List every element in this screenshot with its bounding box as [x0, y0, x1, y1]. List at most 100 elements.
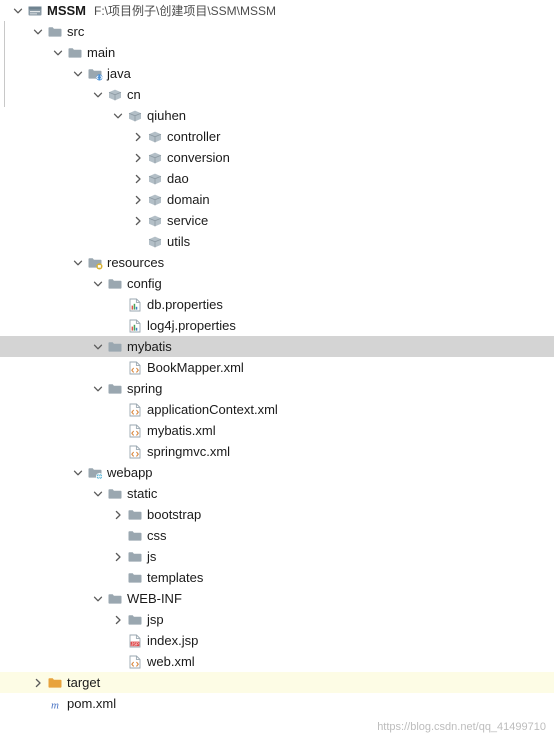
tree-row[interactable]: cn [0, 84, 554, 105]
tree-row[interactable]: mybatis [0, 336, 554, 357]
tree-row-label: log4j.properties [147, 317, 236, 333]
tree-row[interactable]: bootstrap [0, 504, 554, 525]
chevron-right-icon[interactable] [130, 129, 146, 145]
tree-row[interactable]: src [0, 21, 554, 42]
chevron-down-icon[interactable] [90, 87, 106, 103]
folder-plain [106, 486, 124, 502]
chevron-down-icon[interactable] [50, 45, 66, 61]
tree-row[interactable]: log4j.properties [0, 315, 554, 336]
tree-row[interactable]: controller [0, 126, 554, 147]
chevron-down-icon[interactable] [30, 24, 46, 40]
tree-row[interactable]: webapp [0, 462, 554, 483]
project-tree[interactable]: MSSM F:\项目例子\创建项目\SSM\MSSM src main java cn qi… [0, 0, 554, 714]
tree-row-label: mybatis [127, 338, 172, 354]
chevron-right-icon[interactable] [130, 192, 146, 208]
tree-row[interactable]: js [0, 546, 554, 567]
folder-plain [126, 528, 144, 544]
tree-row[interactable]: static [0, 483, 554, 504]
svg-text:JSP: JSP [131, 641, 139, 646]
tree-row[interactable]: templates [0, 567, 554, 588]
tree-row[interactable]: config [0, 273, 554, 294]
tree-row[interactable]: db.properties [0, 294, 554, 315]
chevron-down-icon[interactable] [110, 108, 126, 124]
chevron-down-icon[interactable] [90, 339, 106, 355]
tree-row[interactable]: conversion [0, 147, 554, 168]
module-icon [26, 3, 44, 19]
chevron-right-icon[interactable] [110, 507, 126, 523]
tree-row[interactable]: BookMapper.xml [0, 357, 554, 378]
package-icon [146, 234, 164, 250]
chevron-down-icon[interactable] [90, 486, 106, 502]
tree-row[interactable]: qiuhen [0, 105, 554, 126]
chevron-right-icon[interactable] [130, 150, 146, 166]
chevron-right-icon[interactable] [30, 675, 46, 691]
no-chevron-spacer [110, 402, 126, 418]
package-icon [106, 87, 124, 103]
tree-row[interactable]: WEB-INF [0, 588, 554, 609]
no-chevron-spacer [110, 423, 126, 439]
tree-row[interactable]: java [0, 63, 554, 84]
tree-row[interactable]: applicationContext.xml [0, 399, 554, 420]
tree-row[interactable]: m pom.xml [0, 693, 554, 714]
tree-row-label: java [107, 65, 131, 81]
chevron-down-icon[interactable] [90, 381, 106, 397]
tree-row[interactable]: MSSM F:\项目例子\创建项目\SSM\MSSM [0, 0, 554, 21]
folder-resource [86, 255, 104, 271]
tree-row[interactable]: main [0, 42, 554, 63]
folder-orange [46, 675, 64, 691]
chevron-down-icon[interactable] [70, 465, 86, 481]
package-icon [146, 150, 164, 166]
chevron-down-icon[interactable] [10, 3, 26, 19]
tree-row-label: BookMapper.xml [147, 359, 244, 375]
tree-row[interactable]: spring [0, 378, 554, 399]
xml-icon [126, 360, 144, 376]
tree-row-label: js [147, 548, 157, 564]
tree-row[interactable]: mybatis.xml [0, 420, 554, 441]
tree-row[interactable]: web.xml [0, 651, 554, 672]
no-chevron-spacer [130, 234, 146, 250]
tree-row-label: mybatis.xml [147, 422, 216, 438]
xml-icon [126, 423, 144, 439]
chevron-down-icon[interactable] [70, 255, 86, 271]
folder-blue [46, 24, 64, 40]
no-chevron-spacer [110, 444, 126, 460]
tree-row[interactable]: target [0, 672, 554, 693]
tree-row-label: conversion [167, 149, 230, 165]
svg-text:m: m [51, 699, 59, 711]
tree-row[interactable]: css [0, 525, 554, 546]
tree-row-label: target [67, 674, 101, 690]
chevron-down-icon[interactable] [90, 276, 106, 292]
tree-row[interactable]: domain [0, 189, 554, 210]
tree-row[interactable]: resources [0, 252, 554, 273]
tree-row[interactable]: springmvc.xml [0, 441, 554, 462]
package-icon [146, 213, 164, 229]
chevron-down-icon[interactable] [90, 591, 106, 607]
tree-row-label: index.jsp [147, 632, 199, 648]
tree-row[interactable]: utils [0, 231, 554, 252]
jsp-icon: JSP [126, 633, 144, 649]
tree-row[interactable]: jsp [0, 609, 554, 630]
chevron-right-icon[interactable] [110, 612, 126, 628]
chevron-down-icon[interactable] [70, 66, 86, 82]
xml-icon [126, 444, 144, 460]
no-chevron-spacer [110, 528, 126, 544]
folder-source [86, 66, 104, 82]
tree-row-label: cn [127, 86, 141, 102]
tree-row-label: MSSM [47, 2, 86, 18]
tree-row-label: service [167, 212, 209, 228]
folder-plain [126, 570, 144, 586]
chevron-right-icon[interactable] [130, 213, 146, 229]
tree-row-label: applicationContext.xml [147, 401, 278, 417]
chevron-right-icon[interactable] [130, 171, 146, 187]
tree-row-label: db.properties [147, 296, 223, 312]
tree-row-label: main [87, 44, 116, 60]
tree-row[interactable]: dao [0, 168, 554, 189]
tree-row-label: springmvc.xml [147, 443, 231, 459]
tree-row-label: static [127, 485, 158, 501]
no-chevron-spacer [30, 696, 46, 712]
chevron-right-icon[interactable] [110, 549, 126, 565]
tree-row[interactable]: JSP index.jsp [0, 630, 554, 651]
folder-plain [106, 591, 124, 607]
tree-row-label: utils [167, 233, 191, 249]
tree-row[interactable]: service [0, 210, 554, 231]
